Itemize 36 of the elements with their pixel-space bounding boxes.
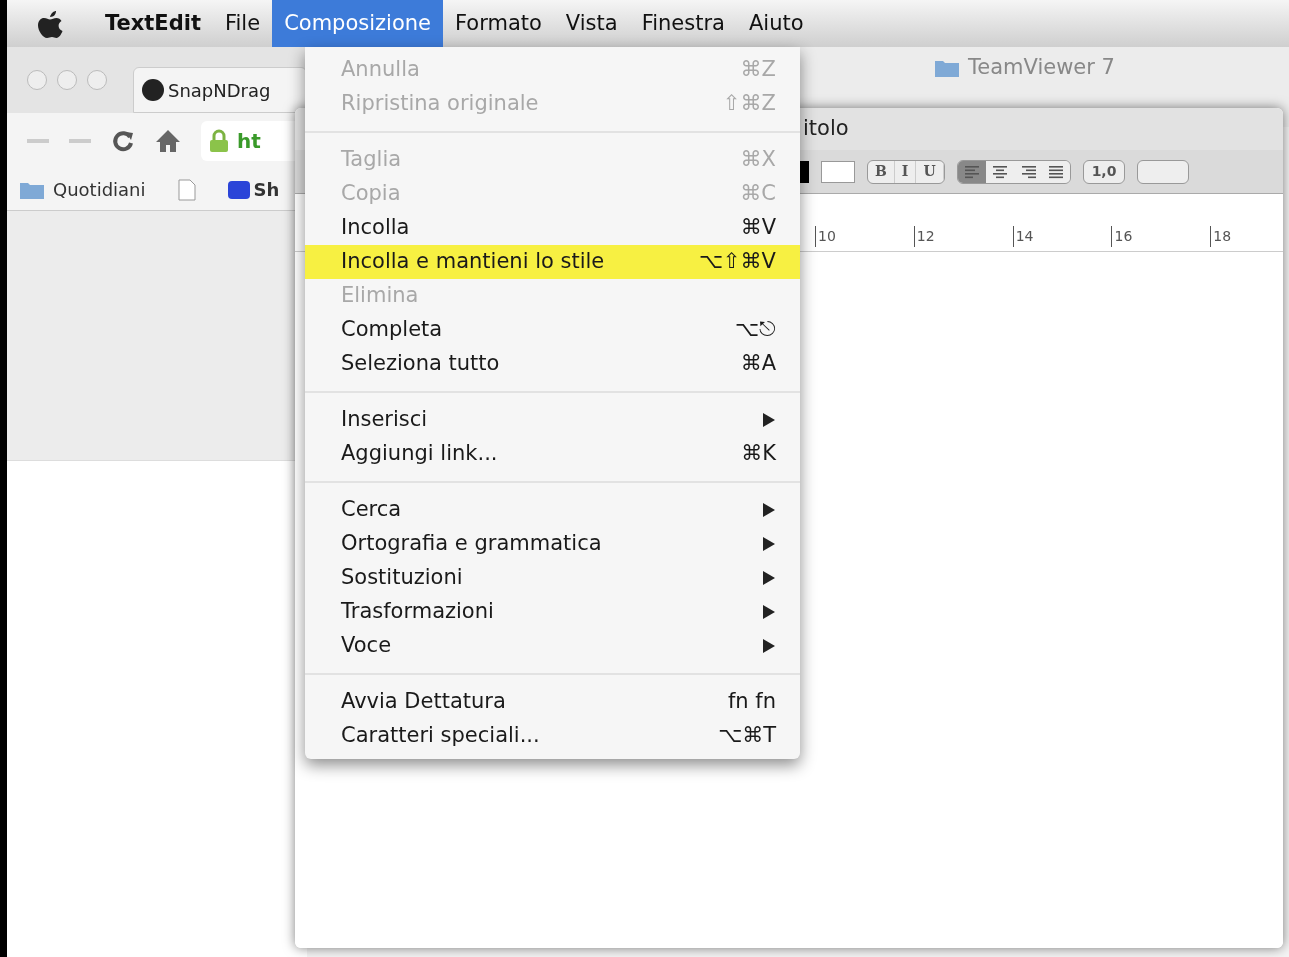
menu-item-label: Ortografia e grammatica — [341, 530, 602, 558]
ruler-number: 16 — [1111, 226, 1133, 247]
menu-item-label: Completa — [341, 316, 443, 344]
menu-item-label: Incolla — [341, 214, 410, 242]
shortcut-label: ⌥⇧⌘V — [698, 248, 776, 276]
menu-item-label: Seleziona tutto — [341, 350, 500, 378]
shortcut-label: ⌘V — [740, 214, 776, 242]
window-title: TeamViewer 7 — [968, 54, 1115, 82]
menu-item-label: Cerca — [341, 496, 402, 524]
ruler-number: 14 — [1012, 226, 1034, 247]
shortcut-label: ⌥⌘T — [717, 722, 776, 750]
menu-item-label: Taglia — [341, 146, 402, 174]
shortcut-label: ⌘K — [741, 440, 776, 468]
menu-item-label: Aggiungi link... — [341, 440, 498, 468]
ruler-number: 10 — [815, 226, 836, 247]
menu-item-label: Annulla — [341, 56, 420, 84]
menu-item-label: Ripristina originale — [341, 90, 539, 118]
menu-item-label: Avvia Dettatura — [341, 688, 506, 716]
menu-item-label: Sostituzioni — [341, 564, 463, 592]
window-title: itolo — [803, 115, 849, 143]
menu-item-label: Elimina — [341, 282, 419, 310]
shortcut-label: ⌘C — [740, 180, 776, 208]
shortcut-label: ⌥⎋ — [734, 316, 776, 344]
shortcut-label: ⌘A — [740, 350, 776, 378]
shortcut-label: ⇧⌘Z — [723, 90, 776, 118]
menu-item-label: Copia — [341, 180, 401, 208]
menu-item-label: Voce — [341, 632, 392, 660]
menu-item-label: Inserisci — [341, 406, 428, 434]
shortcut-label: fn fn — [727, 688, 776, 716]
shortcut-label: ⌘X — [740, 146, 776, 174]
menu-item-label: Trasformazioni — [341, 598, 494, 626]
ruler-number: 12 — [913, 226, 935, 247]
menu-item-label: Caratteri speciali... — [341, 722, 540, 750]
ruler-number: 18 — [1210, 226, 1232, 247]
shortcut-label: ⌘Z — [740, 56, 776, 84]
menu-item-label: Incolla e mantieni lo stile — [341, 248, 605, 276]
